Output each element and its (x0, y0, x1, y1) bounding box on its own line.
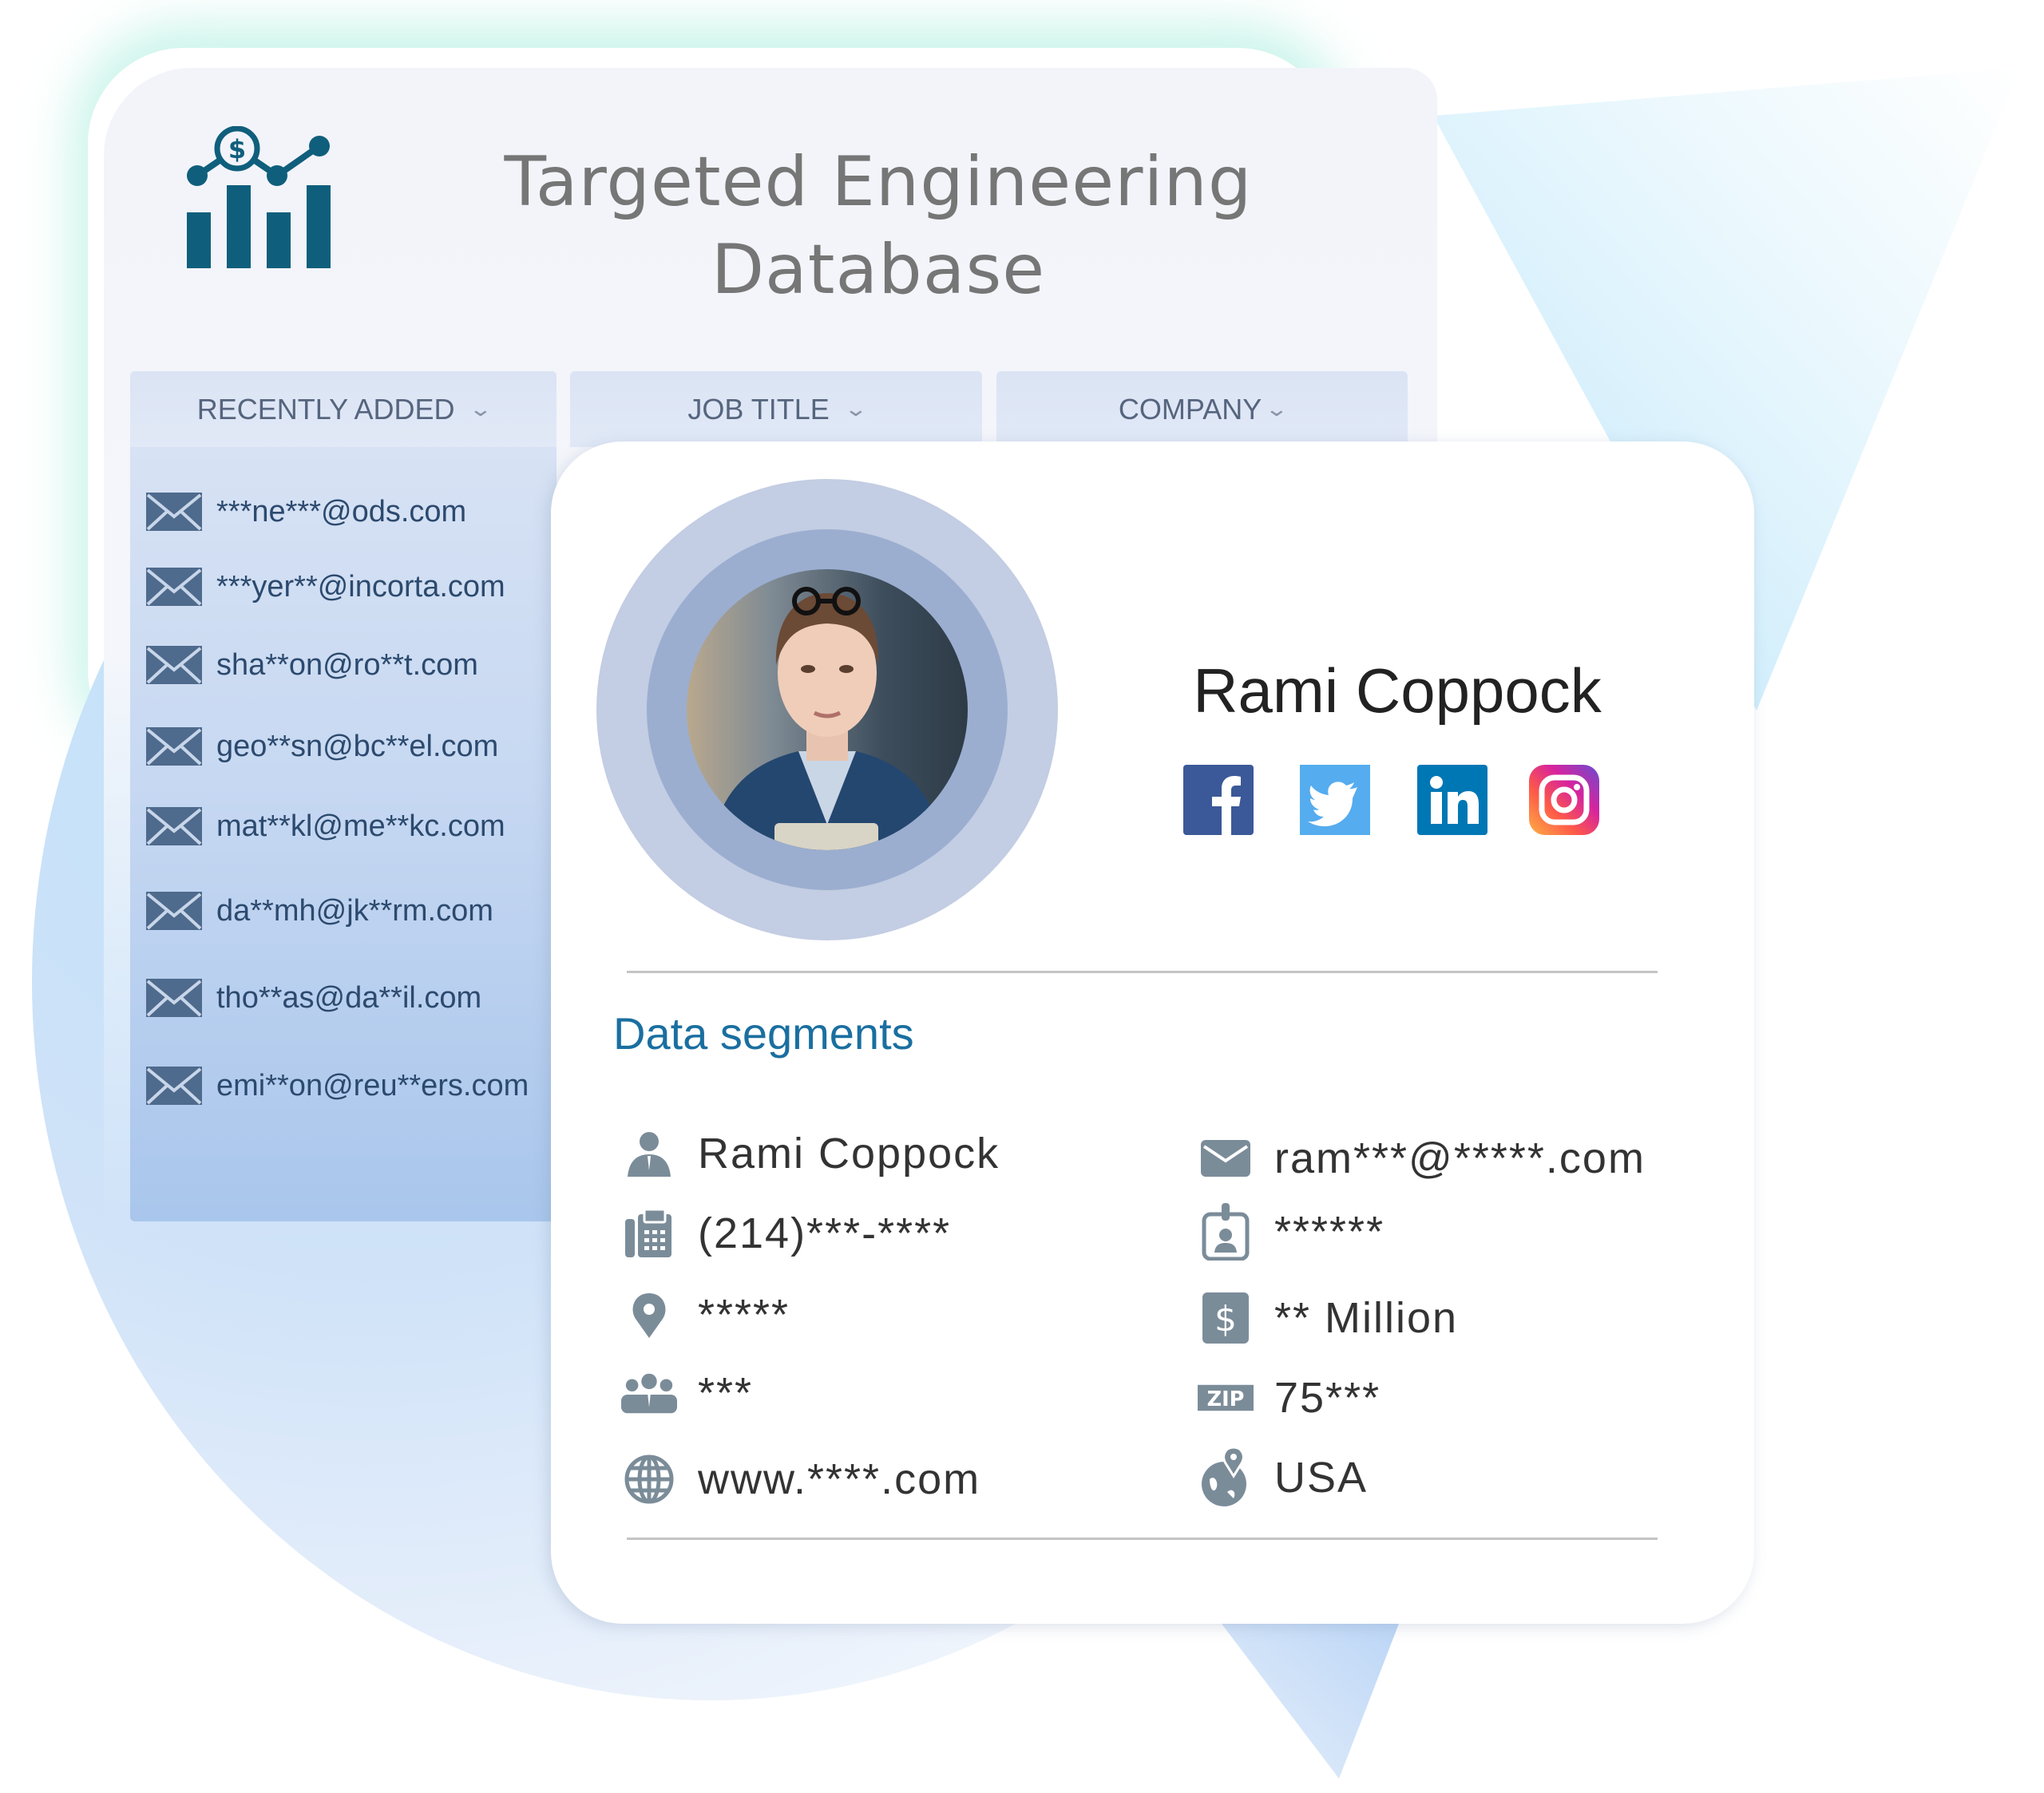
dollar-icon: $ (1198, 1290, 1254, 1346)
mail-icon (1198, 1130, 1254, 1186)
email-address: da**mh@jk**rm.com (216, 893, 493, 928)
svg-text:ZIP: ZIP (1207, 1387, 1245, 1411)
phone-icon (621, 1205, 677, 1261)
segment-value: ** Million (1274, 1294, 1459, 1342)
segment-row-phone: (214)***-**** (621, 1205, 951, 1261)
divider-top (627, 971, 1658, 973)
filter-label: JOB TITLE (687, 392, 830, 425)
envelope-icon (146, 892, 202, 930)
linkedin-icon (1430, 776, 1479, 824)
facebook-link[interactable] (1183, 765, 1254, 835)
email-list-item[interactable]: mat**kl@me**kc.com (146, 807, 505, 845)
email-list-item[interactable]: tho**as@da**il.com (146, 979, 481, 1017)
envelope-icon (146, 568, 202, 606)
linkedin-link[interactable] (1417, 765, 1487, 835)
avatar-photo (711, 587, 944, 850)
id-badge-icon (1198, 1203, 1254, 1261)
email-address: tho**as@da**il.com (216, 980, 482, 1015)
segment-value: Rami Coppock (698, 1130, 1000, 1178)
filter-label: COMPANY (1118, 392, 1262, 425)
email-list-item[interactable]: da**mh@jk**rm.com (146, 892, 493, 930)
envelope-icon (146, 727, 202, 766)
segment-row-person: Rami Coppock (621, 1126, 1000, 1181)
email-list-item[interactable]: emi**on@reu**ers.com (146, 1067, 529, 1105)
chevron-down-icon: ⌄ (843, 397, 868, 421)
world-pin-icon (1198, 1447, 1254, 1506)
facebook-icon (1212, 776, 1241, 835)
bottom-triangle-shape (1222, 1624, 1399, 1779)
svg-text:$: $ (1214, 1299, 1237, 1340)
page-title-line1: Targeted Engineering (504, 142, 1253, 222)
segment-row-zip: ZIP 75*** (1198, 1370, 1380, 1426)
segment-row-id-badge: ****** (1198, 1203, 1385, 1261)
twitter-link[interactable] (1300, 765, 1370, 835)
segment-value: USA (1274, 1454, 1369, 1502)
twitter-icon (1308, 782, 1357, 827)
email-address: geo**sn@bc**el.com (216, 729, 499, 763)
envelope-icon (146, 979, 202, 1017)
envelope-icon (146, 1067, 202, 1105)
segment-value: ***** (698, 1291, 790, 1339)
instagram-icon (1539, 774, 1590, 825)
instagram-link[interactable] (1529, 765, 1599, 835)
avatar (687, 569, 968, 850)
segment-row-location-pin: ***** (621, 1287, 790, 1343)
filter-recently-added[interactable]: RECENTLY ADDED ⌄ (130, 371, 557, 447)
page-title-line2: Database (711, 230, 1046, 310)
email-address: mat**kl@me**kc.com (216, 809, 505, 843)
email-address: sha**on@ro**t.com (216, 647, 478, 682)
filter-company[interactable]: COMPANY ⌄ (996, 371, 1408, 447)
segment-value: 75*** (1274, 1374, 1381, 1422)
filter-label: RECENTLY ADDED (196, 392, 455, 425)
segment-value: ram***@*****.com (1274, 1134, 1646, 1182)
envelope-icon (146, 807, 202, 845)
segment-value: ****** (1274, 1208, 1385, 1256)
team-icon (621, 1365, 677, 1421)
segment-row-world-pin: USA (1198, 1447, 1369, 1506)
segment-row-dollar: $ ** Million (1198, 1290, 1458, 1346)
email-list-item[interactable]: geo**sn@bc**el.com (146, 727, 498, 766)
envelope-icon (146, 646, 202, 684)
envelope-icon (146, 493, 202, 531)
data-segments-title: Data segments (613, 1008, 914, 1059)
email-address: ***yer**@incorta.com (216, 569, 505, 604)
segment-value: www.****.com (698, 1455, 981, 1503)
person-icon (621, 1126, 677, 1181)
location-pin-icon (621, 1287, 677, 1343)
email-list-item[interactable]: ***yer**@incorta.com (146, 568, 505, 606)
segment-value: (214)***-**** (698, 1209, 952, 1257)
email-address: ***ne***@ods.com (216, 494, 467, 528)
chevron-down-icon: ⌄ (469, 397, 493, 421)
segment-value: *** (698, 1369, 754, 1417)
chart-dollar-icon: $ (187, 126, 331, 268)
globe-icon (621, 1451, 677, 1507)
chevron-down-icon: ⌄ (1264, 397, 1289, 421)
divider-bottom (627, 1538, 1658, 1540)
email-list-item[interactable]: sha**on@ro**t.com (146, 646, 478, 684)
segment-row-team: *** (621, 1365, 753, 1421)
segment-row-mail: ram***@*****.com (1198, 1130, 1646, 1186)
email-address: emi**on@reu**ers.com (216, 1068, 529, 1102)
svg-text:$: $ (228, 134, 246, 164)
zip-icon: ZIP (1198, 1370, 1254, 1426)
email-list-item[interactable]: ***ne***@ods.com (146, 493, 466, 531)
profile-name: Rami Coppock (1193, 655, 1602, 726)
filter-job-title[interactable]: JOB TITLE ⌄ (570, 371, 982, 447)
segment-row-globe: www.****.com (621, 1451, 980, 1507)
